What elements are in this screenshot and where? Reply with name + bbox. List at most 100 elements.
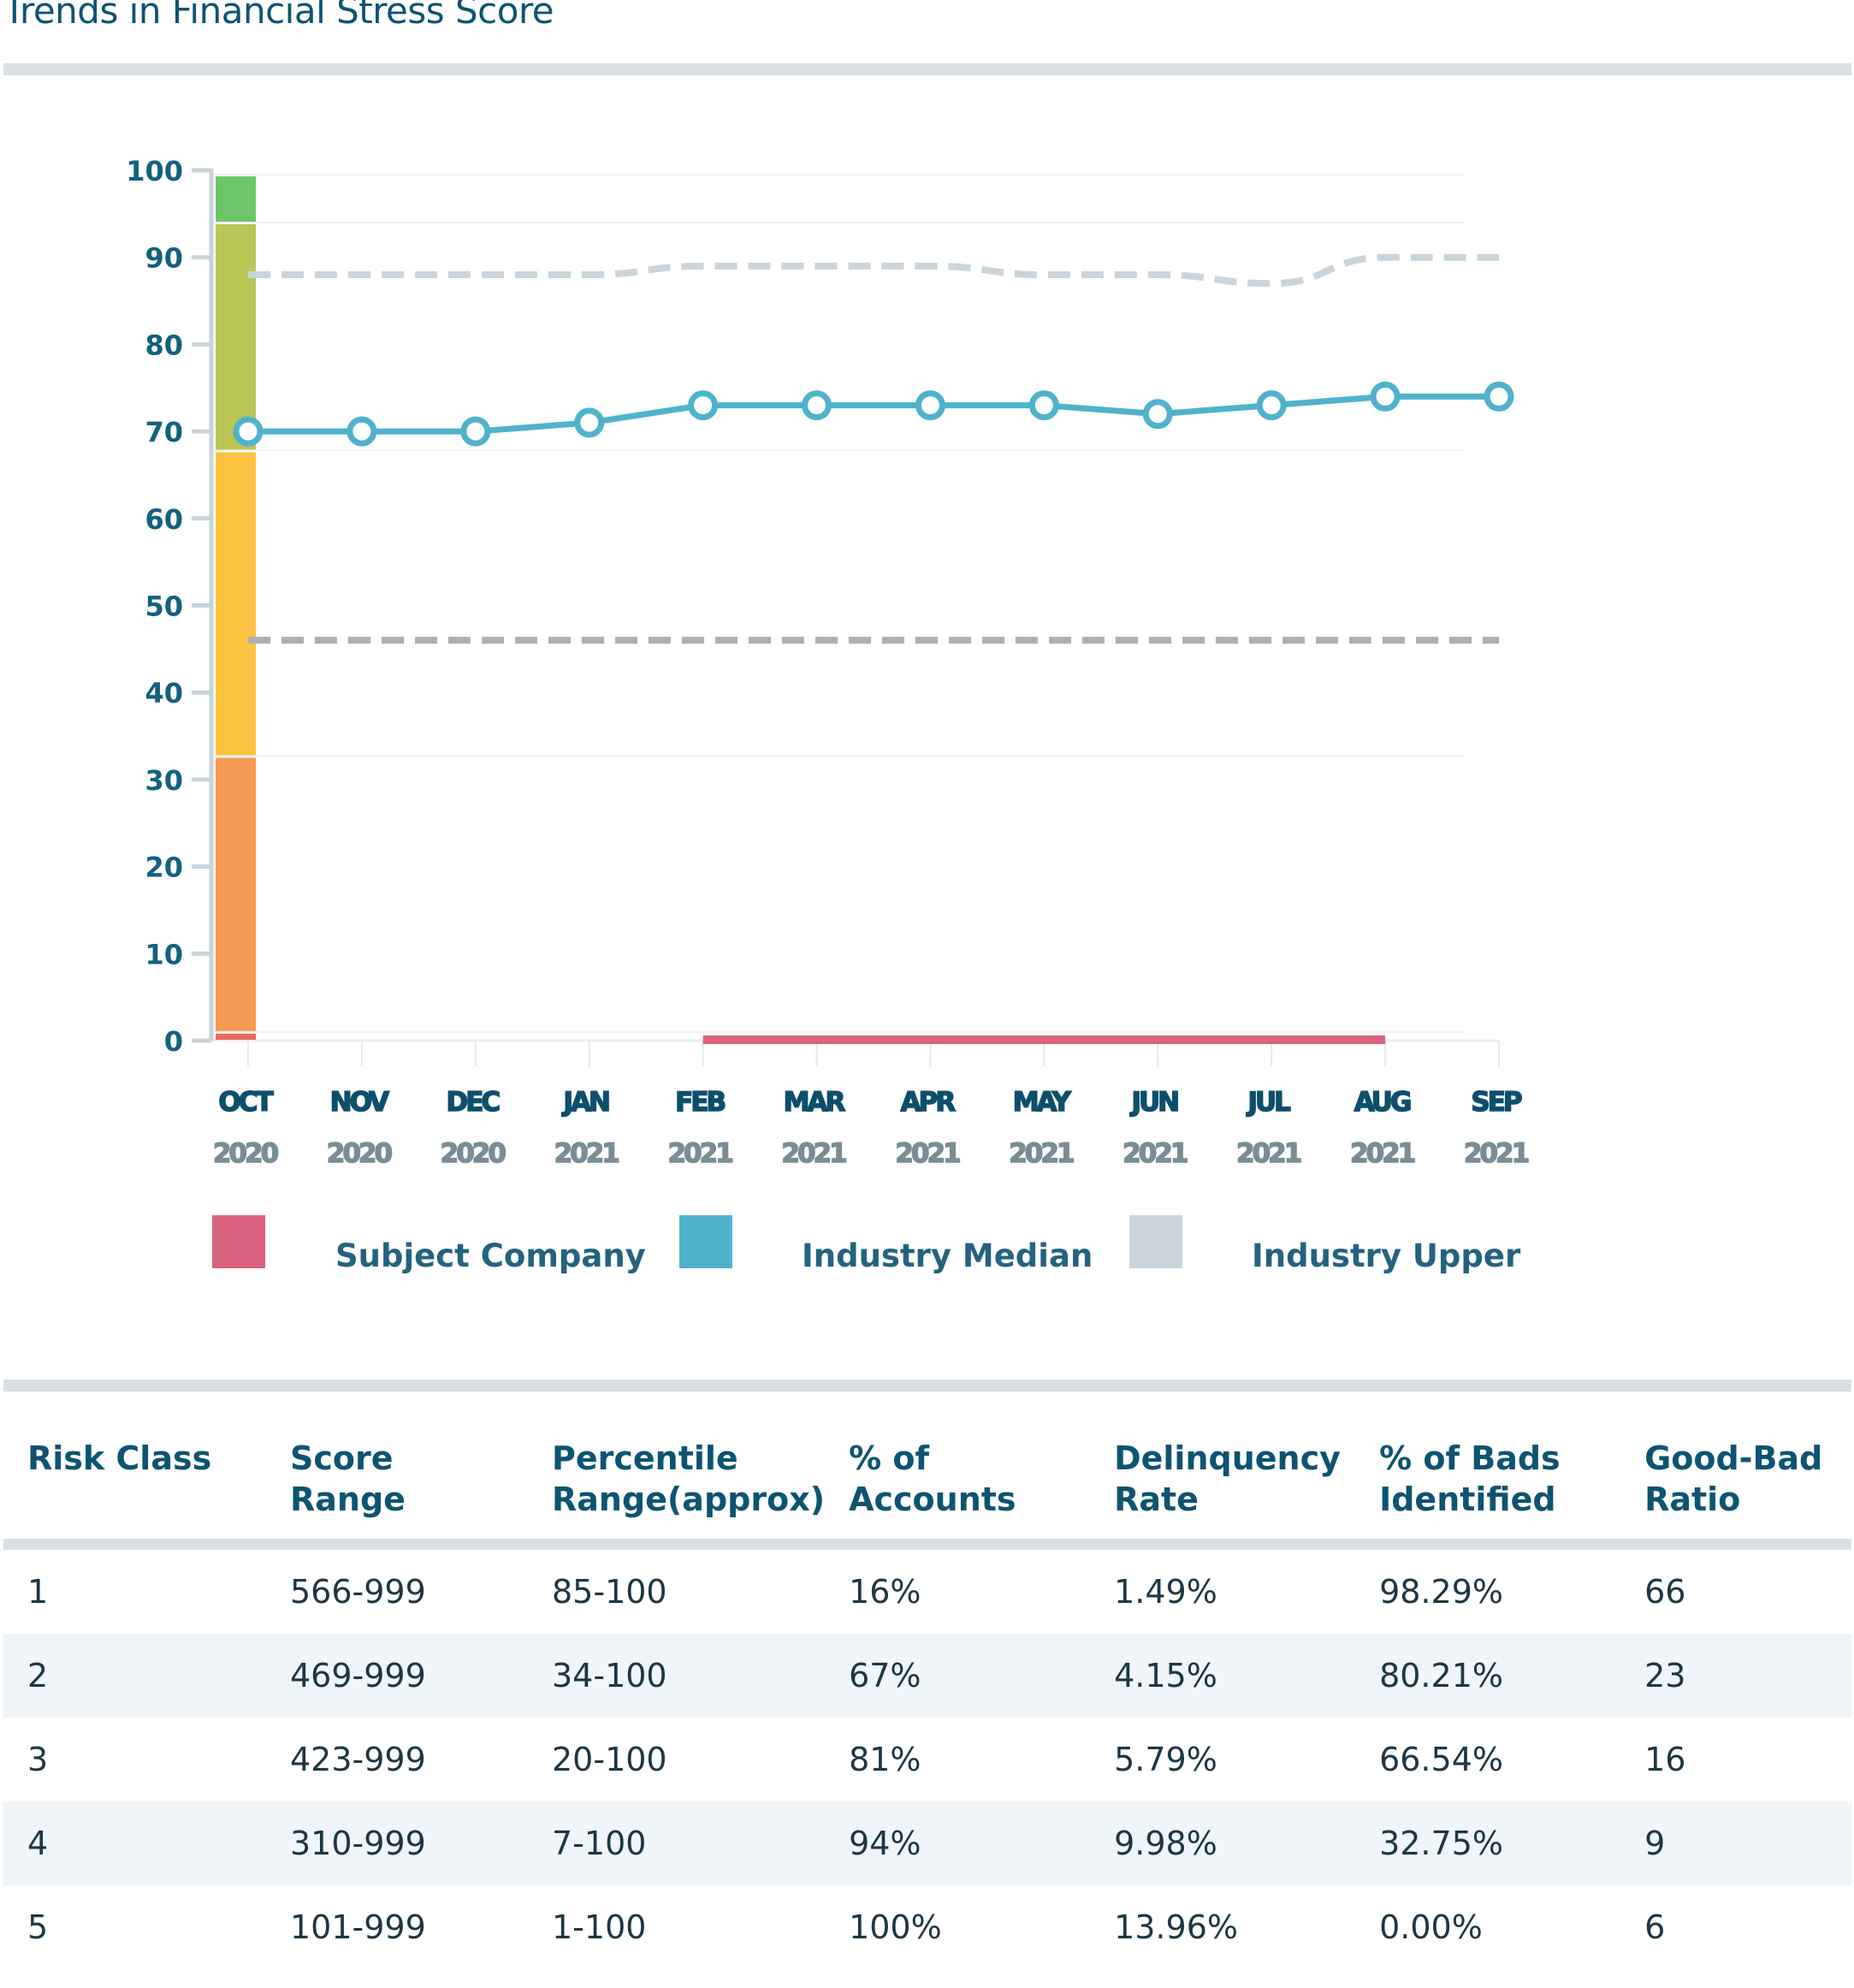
cell-delinquency-rate: 4.15%	[1090, 1634, 1356, 1718]
legend-label-subject-company: Subject Company	[335, 1237, 646, 1274]
x-month-label: FEB	[675, 1087, 725, 1118]
risk-band-5	[216, 176, 256, 223]
x-month-label: MAY	[1013, 1087, 1072, 1118]
cell-percent-bads: 32.75%	[1355, 1801, 1621, 1885]
cell-percent-accounts: 81%	[849, 1741, 921, 1778]
header-delinquency-rate: Delinquency Rate	[1114, 1439, 1341, 1518]
cell-percentile-range: 34-100	[528, 1634, 826, 1718]
risk-band-4	[216, 224, 256, 450]
cell-percentile-range: 1-100	[552, 1908, 647, 1946]
cell-risk-class: 3	[27, 1741, 49, 1778]
x-month-label: APR	[901, 1087, 957, 1118]
x-month-label: JUL	[1246, 1087, 1290, 1118]
table-header-row: Risk Class Score Range Percentile Range(ap…	[3, 1412, 1851, 1539]
median-point	[1028, 390, 1059, 421]
y-tick-label: 40	[145, 677, 183, 709]
x-month-label: OCT	[218, 1087, 273, 1118]
cell-score-range: 566-999	[290, 1573, 426, 1611]
table-row: 3 423-999 20-100 81% 5.79% 66.54% 16	[3, 1718, 1851, 1801]
legend-label-industry-upper: Industry Upper	[1252, 1237, 1521, 1274]
cell-percent-accounts: 67%	[825, 1634, 1091, 1718]
median-point	[915, 390, 945, 421]
x-year-label: 2021	[554, 1138, 619, 1169]
header-percent-bads-identified: % of Bads Identified	[1379, 1439, 1561, 1518]
x-month-label: DEC	[446, 1087, 499, 1118]
cell-risk-class: 1	[27, 1573, 49, 1611]
median-point	[1256, 390, 1287, 421]
cell-delinquency-rate: 13.96%	[1114, 1908, 1238, 1946]
x-month-label: SEP	[1471, 1087, 1522, 1118]
y-tick-label: 30	[145, 764, 183, 797]
cell-delinquency-rate: 5.79%	[1114, 1741, 1217, 1778]
cell-percentile-range: 85-100	[552, 1573, 667, 1611]
table-row: 2 469-999 34-100 67% 4.15% 80.21% 23	[3, 1634, 1851, 1718]
y-tick-label: 20	[145, 852, 183, 884]
x-year-label: 2021	[1464, 1138, 1529, 1169]
x-year-label: 2020	[213, 1138, 279, 1169]
cell-percent-accounts: 16%	[849, 1573, 921, 1611]
cell-percent-bads: 0.00%	[1379, 1908, 1483, 1946]
risk-band-1	[216, 1033, 256, 1040]
cell-score-range: 423-999	[290, 1741, 426, 1778]
y-tick-label: 70	[145, 416, 183, 448]
table-row: 1 566-999 85-100 16% 1.49% 98.29% 66	[3, 1550, 1851, 1634]
header-score-range: Score Range	[290, 1439, 406, 1518]
cell-delinquency-rate: 9.98%	[1090, 1801, 1356, 1885]
cell-good-bad-ratio: 16	[1644, 1741, 1686, 1778]
table-row: 4 310-999 7-100 94% 9.98% 32.75% 9	[3, 1801, 1851, 1885]
y-tick-label: 60	[145, 503, 183, 536]
cell-percentile-range: 20-100	[552, 1741, 667, 1778]
legend-label-industry-median: Industry Median	[802, 1237, 1093, 1274]
y-tick-label: 80	[145, 329, 183, 361]
legend-swatch-industry-upper	[1129, 1215, 1182, 1268]
cell-score-range: 101-999	[290, 1908, 426, 1946]
cell-risk-class: 4	[3, 1801, 266, 1885]
y-tick-label: 50	[145, 590, 183, 623]
x-month-label: NOV	[330, 1087, 389, 1118]
median-point	[688, 390, 719, 421]
cell-good-bad-ratio: 6	[1644, 1908, 1666, 1946]
median-point	[1484, 381, 1514, 412]
median-point	[802, 390, 832, 421]
cell-good-bad-ratio: 23	[1620, 1634, 1851, 1718]
median-point	[574, 407, 605, 438]
cell-percent-bads: 98.29%	[1379, 1573, 1503, 1611]
y-tick-label: 90	[145, 242, 183, 275]
x-month-label: JAN	[561, 1087, 609, 1118]
x-year-label: 2021	[667, 1138, 732, 1169]
financial-stress-chart: 0 10 20 30 40 50 60 70 80 90 100 OCT 2020 NOV 2020 DEC 2…	[126, 155, 1531, 1170]
cell-good-bad-ratio: 9	[1620, 1801, 1851, 1885]
cell-percent-accounts: 100%	[849, 1908, 942, 1946]
cell-risk-class: 5	[27, 1908, 49, 1946]
median-point	[233, 416, 264, 447]
header-risk-class: Risk Class	[27, 1439, 212, 1477]
header-percentile-range: Percentile Range(approx)	[552, 1439, 826, 1518]
cell-delinquency-rate: 1.49%	[1114, 1573, 1217, 1611]
x-year-label: 2021	[895, 1138, 960, 1169]
table-row: 5 101-999 1-100 100% 13.96% 0.00% 6	[3, 1885, 1851, 1969]
legend-swatch-subject-company	[212, 1215, 265, 1268]
cell-risk-class: 2	[3, 1634, 266, 1718]
cell-good-bad-ratio: 66	[1644, 1573, 1686, 1611]
table-top-divider	[3, 1380, 1851, 1392]
risk-band-2	[216, 757, 256, 1031]
cell-score-range: 310-999	[266, 1801, 528, 1885]
x-year-label: 2020	[327, 1138, 393, 1169]
series-industry-upper	[248, 253, 1499, 288]
cell-percent-accounts: 94%	[825, 1801, 1091, 1885]
y-tick-label: 100	[126, 155, 183, 187]
x-year-label: 2021	[1350, 1138, 1415, 1169]
header-divider	[3, 1539, 1851, 1550]
x-year-label: 2020	[441, 1138, 506, 1169]
median-point	[1370, 381, 1401, 412]
x-month-label: JUN	[1129, 1087, 1178, 1118]
risk-band-3	[216, 452, 256, 756]
legend-swatch-industry-median	[679, 1215, 732, 1268]
median-point	[347, 416, 377, 447]
x-month-label: MAR	[784, 1087, 846, 1118]
series-industry-median	[248, 393, 1499, 435]
x-year-label: 2021	[1009, 1138, 1074, 1169]
header-good-bad-ratio: Good-Bad Ratio	[1644, 1439, 1823, 1518]
risk-class-table: Risk Class Score Range Percentile Range(ap…	[3, 1412, 1851, 1969]
header-percent-accounts: % of Accounts	[849, 1439, 1016, 1518]
